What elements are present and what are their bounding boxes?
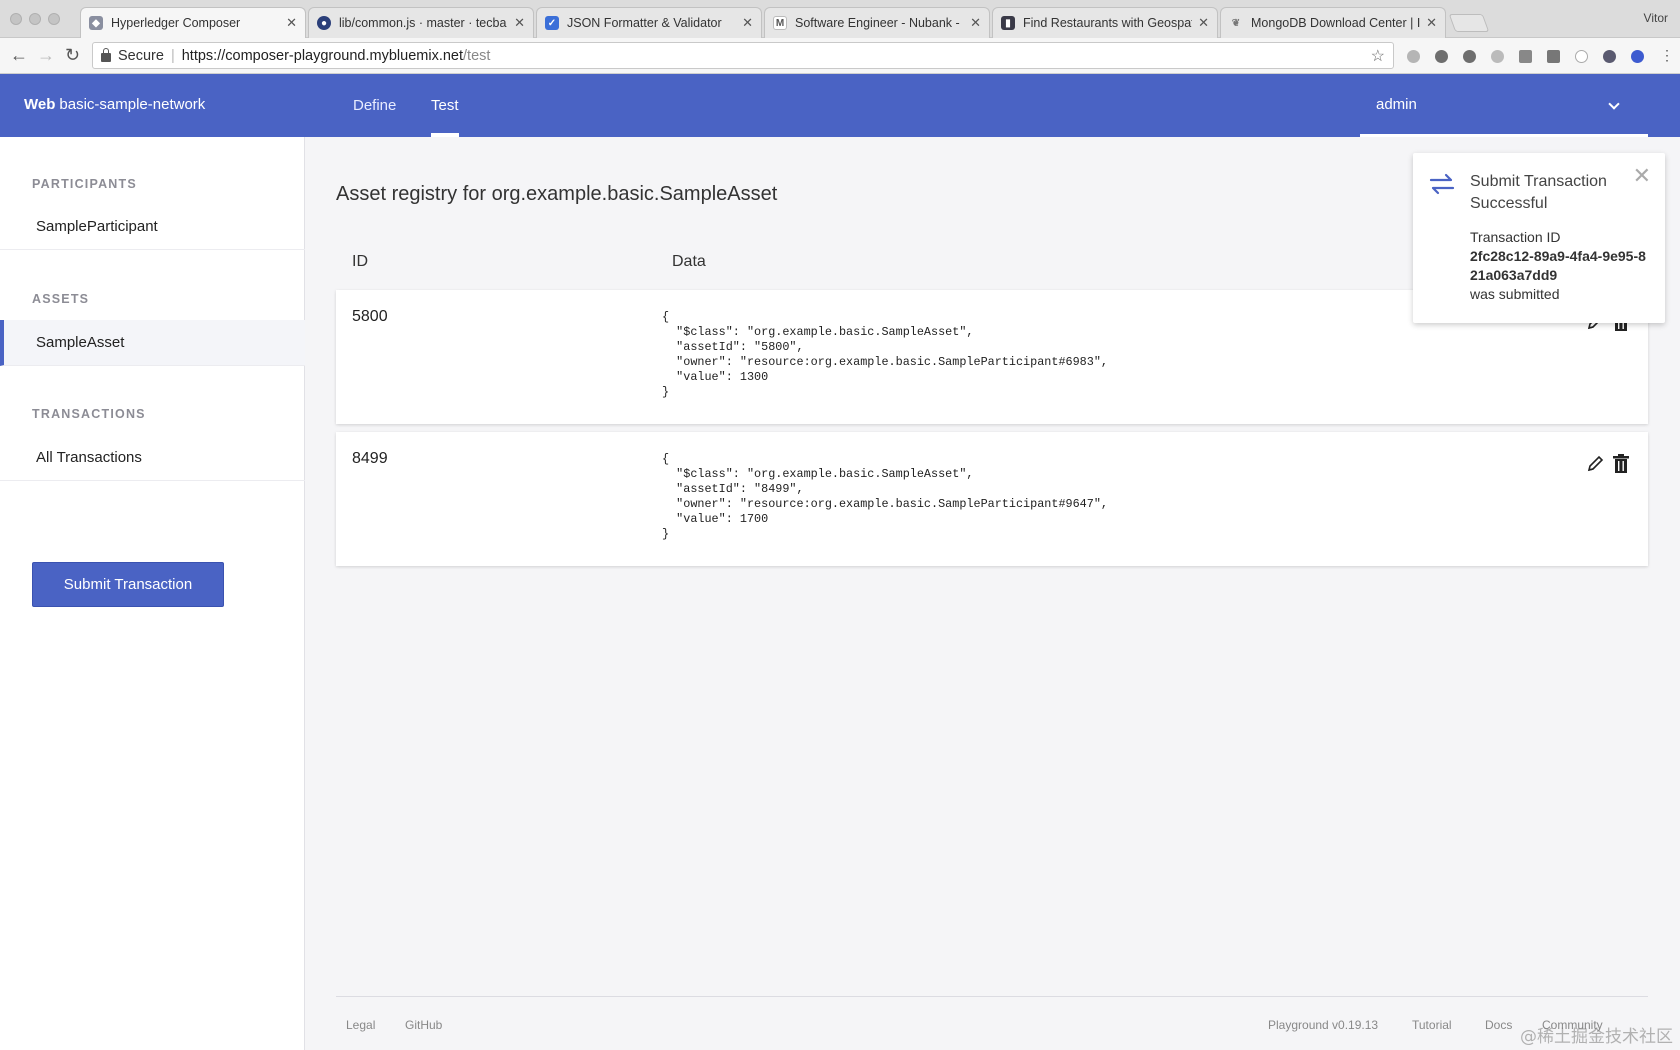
transaction-success-toast: Submit Transaction Successful ✕ Transact…: [1413, 153, 1665, 323]
chevron-down-icon: [1608, 98, 1620, 110]
gmail-icon: M: [773, 16, 787, 30]
tab-close-icon[interactable]: ✕: [514, 15, 525, 31]
extension-icon[interactable]: [1547, 50, 1560, 63]
watermark-text: @稀土掘金技术社区: [1520, 1027, 1673, 1047]
window-zoom-button[interactable]: [48, 13, 60, 25]
url-path: /test: [463, 47, 491, 64]
browser-tab-bar: ◆ Hyperledger Composer ✕ ● lib/common.js…: [0, 0, 1680, 38]
toast-title: Submit Transaction Successful: [1470, 173, 1607, 212]
new-tab-button[interactable]: [1448, 14, 1490, 32]
pen-icon[interactable]: [1519, 50, 1532, 63]
browser-tab-hyperledger[interactable]: ◆ Hyperledger Composer ✕: [80, 7, 306, 38]
window-minimize-button[interactable]: [29, 13, 41, 25]
browser-menu-icon[interactable]: ⋮: [1660, 46, 1674, 64]
app-header: Web basic-sample-network Define Test admi…: [0, 74, 1680, 137]
browser-tab-geospatial[interactable]: ▮ Find Restaurants with Geospat ✕: [992, 7, 1218, 38]
submit-transaction-button[interactable]: Submit Transaction: [32, 562, 224, 607]
asset-row: 8499 { "$class": "org.example.basic.Samp…: [336, 432, 1648, 566]
back-arrow-icon[interactable]: ←: [10, 46, 28, 64]
tab-title: Software Engineer - Nubank -: [795, 16, 960, 30]
asset-json: { "$class": "org.example.basic.SampleAss…: [662, 310, 1108, 399]
extension-icon[interactable]: [1575, 50, 1588, 63]
participants-section-title: PARTICIPANTS: [32, 177, 137, 191]
footer-link-github[interactable]: GitHub: [405, 1018, 442, 1032]
page-title: Asset registry for org.example.basic.Sam…: [336, 183, 778, 205]
identity-dropdown[interactable]: admin: [1360, 74, 1648, 137]
tab-title: JSON Formatter & Validator: [567, 16, 722, 30]
footer-link-tutorial[interactable]: Tutorial: [1412, 1018, 1452, 1032]
window-close-button[interactable]: [10, 13, 22, 25]
secure-label: Secure: [118, 47, 164, 64]
footer-divider: [336, 996, 1648, 997]
browser-tab-json-formatter[interactable]: ✓ JSON Formatter & Validator ✕: [536, 7, 762, 38]
browser-tab-common-js[interactable]: ● lib/common.js · master · tecba ✕: [308, 7, 534, 38]
tab-close-icon[interactable]: ✕: [1198, 15, 1209, 31]
tab-title: lib/common.js · master · tecba: [339, 16, 507, 30]
column-header-id: ID: [352, 253, 368, 270]
network-brand[interactable]: Web basic-sample-network: [24, 96, 205, 113]
bookmark-star-icon[interactable]: ☆: [1371, 46, 1385, 66]
lock-icon: [101, 48, 111, 62]
toast-label: Transaction ID: [1470, 229, 1561, 245]
sidebar-item-all-transactions[interactable]: All Transactions: [0, 435, 305, 481]
tab-close-icon[interactable]: ✕: [286, 15, 297, 31]
extension-icon[interactable]: [1603, 50, 1616, 63]
adblock-icon[interactable]: [1463, 50, 1476, 63]
browser-profile-name[interactable]: Vitor: [1644, 11, 1668, 25]
tab-test[interactable]: Test: [431, 97, 459, 114]
browser-toolbar: ← → ↻ Secure | https://composer-playgrou…: [0, 38, 1680, 74]
check-icon: ✓: [545, 16, 559, 30]
sidebar-item-sample-asset[interactable]: SampleAsset: [0, 320, 305, 366]
cube-icon: ◆: [89, 16, 103, 30]
sidebar: PARTICIPANTS SampleParticipant ASSETS Sa…: [0, 137, 305, 1050]
address-bar[interactable]: Secure | https://composer-playground.myb…: [92, 42, 1394, 69]
transaction-id: 2fc28c12-89a9-4fa4-9e95-821a063a7dd9: [1470, 248, 1646, 283]
sidebar-item-sample-participant[interactable]: SampleParticipant: [0, 204, 305, 250]
forward-arrow-icon[interactable]: →: [37, 46, 55, 64]
close-icon[interactable]: ✕: [1633, 165, 1651, 187]
browser-tab-mongodb[interactable]: ❦ MongoDB Download Center | I ✕: [1220, 7, 1446, 38]
toast-body: Transaction ID 2fc28c12-89a9-4fa4-9e95-8…: [1470, 228, 1650, 304]
assets-section-title: ASSETS: [32, 292, 90, 306]
reload-icon[interactable]: ↻: [65, 46, 80, 64]
edit-pencil-icon[interactable]: [1586, 454, 1604, 474]
extension-icon[interactable]: [1407, 50, 1420, 63]
footer-link-legal[interactable]: Legal: [346, 1018, 375, 1032]
mongodb-leaf-icon: ❦: [1231, 17, 1241, 29]
asset-id: 8499: [352, 450, 388, 467]
column-header-data: Data: [672, 253, 706, 270]
tab-close-icon[interactable]: ✕: [742, 15, 753, 31]
toast-suffix: was submitted: [1470, 286, 1560, 302]
tab-close-icon[interactable]: ✕: [1426, 15, 1437, 31]
github-icon: ●: [317, 16, 331, 30]
transactions-section-title: TRANSACTIONS: [32, 407, 146, 421]
url-host: https://composer-playground.mybluemix.ne…: [181, 47, 464, 64]
trash-icon[interactable]: [1612, 454, 1630, 474]
footer-version: Playground v0.19.13: [1268, 1018, 1379, 1032]
tab-define[interactable]: Define: [353, 97, 396, 114]
extension-icon[interactable]: [1631, 50, 1644, 63]
tab-title: MongoDB Download Center | I: [1251, 16, 1421, 30]
extension-icon[interactable]: [1435, 50, 1448, 63]
tab-title: Hyperledger Composer: [111, 16, 241, 30]
network-name: basic-sample-network: [59, 96, 206, 113]
identity-label: admin: [1376, 96, 1417, 113]
asset-json: { "$class": "org.example.basic.SampleAss…: [662, 452, 1108, 541]
browser-tab-nubank[interactable]: M Software Engineer - Nubank - ✕: [764, 7, 990, 38]
extension-icon[interactable]: [1491, 50, 1504, 63]
doc-icon: ▮: [1001, 16, 1015, 30]
tab-title: Find Restaurants with Geospat: [1023, 16, 1193, 30]
asset-id: 5800: [352, 308, 388, 325]
address-separator: |: [170, 47, 175, 64]
footer-link-docs[interactable]: Docs: [1485, 1018, 1512, 1032]
tab-close-icon[interactable]: ✕: [970, 15, 981, 31]
transfer-arrows-icon: [1429, 173, 1455, 195]
brand-bold: Web: [24, 96, 56, 113]
